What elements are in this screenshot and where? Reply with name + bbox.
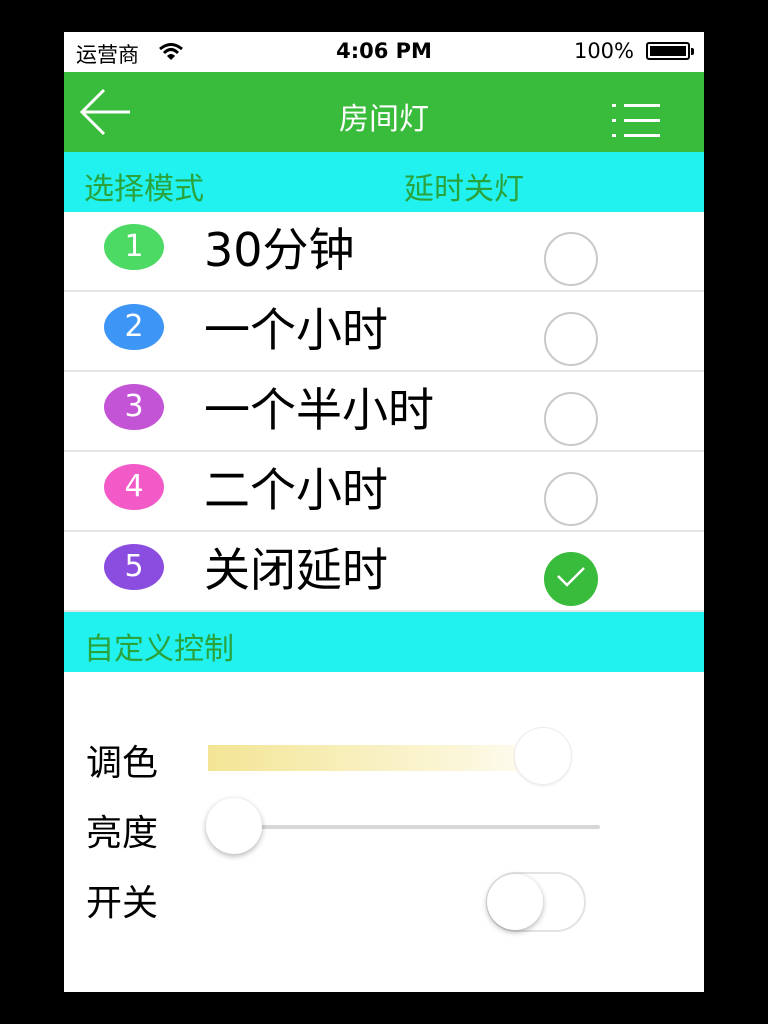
page-title: 房间灯 [339, 102, 429, 137]
radio-checked[interactable] [544, 552, 598, 606]
mode-section-value: 延时关灯 [404, 172, 524, 207]
option-label: 关闭延时 [204, 543, 388, 597]
option-row[interactable]: 1 30分钟 [64, 212, 704, 292]
option-number-badge: 5 [104, 544, 164, 590]
nav-bar: 房间灯 [64, 72, 704, 152]
option-row[interactable]: 4 二个小时 [64, 452, 704, 532]
option-number-badge: 4 [104, 464, 164, 510]
radio-unchecked[interactable] [544, 392, 598, 446]
brightness-slider-knob[interactable] [206, 798, 262, 854]
list-menu-icon[interactable] [612, 102, 662, 142]
custom-section-header: 自定义控制 [64, 612, 704, 672]
option-label: 二个小时 [204, 463, 388, 517]
option-number-badge: 2 [104, 304, 164, 350]
option-label: 一个半小时 [204, 383, 434, 437]
color-label: 调色 [86, 743, 159, 784]
power-toggle-knob[interactable] [487, 874, 543, 930]
radio-unchecked[interactable] [544, 232, 598, 286]
custom-section-label: 自定义控制 [84, 632, 234, 667]
checkmark-icon [557, 567, 585, 587]
option-number-badge: 1 [104, 224, 164, 270]
option-number-badge: 3 [104, 384, 164, 430]
option-row[interactable]: 3 一个半小时 [64, 372, 704, 452]
mode-section-label: 选择模式 [84, 172, 204, 207]
power-toggle[interactable] [486, 872, 586, 932]
battery-percent: 100% [573, 39, 634, 63]
radio-unchecked[interactable] [544, 312, 598, 366]
radio-unchecked[interactable] [544, 472, 598, 526]
color-slider-knob[interactable] [513, 727, 572, 785]
brightness-label: 亮度 [86, 813, 159, 854]
option-row[interactable]: 2 一个小时 [64, 292, 704, 372]
battery-icon [646, 42, 694, 60]
mode-section-header: 选择模式 延时关灯 [64, 152, 704, 212]
option-label: 一个小时 [204, 303, 388, 357]
option-label: 30分钟 [204, 223, 355, 277]
option-row[interactable]: 5 关闭延时 [64, 532, 704, 612]
status-bar: 运营商 4:06 PM 100% [64, 32, 704, 72]
power-label: 开关 [86, 883, 159, 924]
brightness-slider-track[interactable] [234, 825, 600, 829]
app-screen: 运营商 4:06 PM 100% 房间灯 选择模式 延时关灯 1 30分钟 2 一个小… [64, 32, 704, 992]
